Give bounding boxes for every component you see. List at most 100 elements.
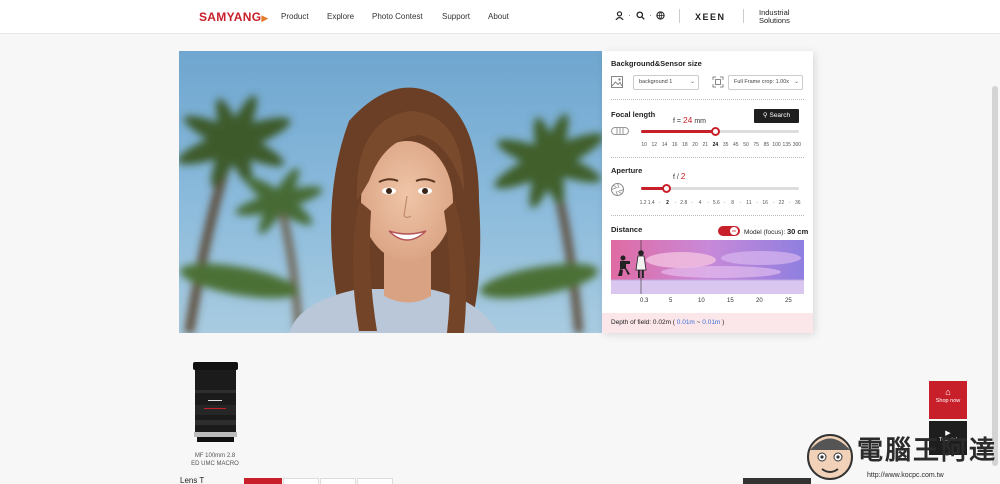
nav-product[interactable]: Product	[281, 12, 309, 21]
crop-frame-icon	[712, 76, 724, 90]
site-watermark: 電腦王阿達 http://www.kocpc.com.tw	[800, 425, 1000, 484]
aperture-tick-labels: 1.21.4 · 2 · 2.8 · 4 · 5.6 · 8 · 11 · 16 · 22 · 36	[639, 200, 802, 206]
user-icon[interactable]	[615, 11, 624, 22]
search-button[interactable]: ⚲ Search	[754, 109, 799, 123]
basket-icon: ⌂	[945, 387, 951, 397]
sensor-crop-select[interactable]: Full Frame crop: 1.00x ⌄	[728, 75, 803, 90]
xeen-link[interactable]: XEEN	[695, 12, 726, 22]
tick-label: ·	[772, 200, 775, 206]
focal-slider-handle[interactable]	[711, 127, 721, 136]
globe-icon[interactable]	[656, 11, 665, 22]
image-icon	[611, 76, 623, 90]
header-divider	[743, 9, 744, 23]
tick-label: 135	[782, 142, 791, 148]
nav-about[interactable]: About	[488, 12, 509, 21]
nav-support[interactable]: Support	[442, 12, 470, 21]
tab[interactable]	[320, 478, 356, 484]
tab[interactable]	[357, 478, 393, 484]
section-heading-partial: Lens T	[180, 476, 205, 484]
depth-of-field-bar: Depth of field: 0.02m ( 0.01m ~ 0.01m )	[602, 313, 813, 333]
tick-label: ·	[739, 200, 742, 206]
tick-label: ·	[691, 200, 693, 206]
tick-label: ·	[658, 200, 661, 206]
separator-dot: ·	[649, 10, 652, 20]
model-focus-toggle[interactable]: on	[718, 226, 740, 236]
tick-label: 22	[778, 200, 785, 206]
shop-now-button[interactable]: ⌂ Shop now	[929, 381, 967, 419]
tick-label: 8	[731, 200, 734, 206]
dark-bar	[743, 478, 811, 484]
tick-label: 1.4	[647, 200, 655, 206]
aperture-slider-handle[interactable]	[662, 184, 672, 193]
tick-label: 100	[772, 142, 781, 148]
tick-label: 4	[698, 200, 702, 206]
mascot-icon	[807, 434, 853, 480]
samyang-logo[interactable]: SAMYANG▶	[199, 10, 269, 24]
distance-tick: 15	[727, 298, 734, 304]
tick-label: 2.8	[680, 200, 688, 206]
tick-label: 50	[743, 142, 749, 148]
distance-scene[interactable]	[611, 240, 804, 294]
model-focus-readout: Model (focus): 30 cm	[744, 227, 809, 236]
tick-label: 11	[746, 200, 752, 206]
distance-tick: 0.3	[640, 298, 649, 304]
page-scrollbar[interactable]	[992, 86, 998, 466]
section-divider	[611, 157, 804, 158]
tab-active[interactable]	[244, 478, 282, 484]
chevron-down-icon: ⌄	[689, 79, 695, 85]
section-divider	[611, 99, 804, 100]
tick-label: 5.6	[712, 200, 720, 206]
tick-label: 35	[722, 142, 729, 148]
tick-label: 18	[682, 142, 688, 148]
tick-label: ·	[707, 200, 710, 206]
focal-slider-fill	[641, 130, 716, 133]
background-select[interactable]: background 1 ⌄	[633, 75, 699, 90]
aperture-icon	[611, 183, 624, 198]
tick-label: 1.2	[639, 200, 647, 206]
tick-label: 300	[792, 142, 802, 148]
lens-product-image[interactable]	[188, 360, 243, 446]
tick-label: 16	[762, 200, 768, 206]
tick-label: 16	[671, 142, 678, 148]
distance-tick: 25	[785, 298, 792, 304]
tick-label: 45	[733, 142, 739, 148]
header-divider	[679, 9, 680, 23]
search-icon[interactable]	[636, 11, 645, 22]
tick-label: 10	[641, 142, 647, 148]
logo-mark-icon: ▶	[261, 13, 269, 23]
distance-tick: 10	[698, 298, 705, 304]
industrial-solutions-link[interactable]: Industrial Solutions	[759, 9, 799, 25]
tick-label: 21	[702, 142, 708, 148]
focal-readout: f = 24 mm	[673, 115, 707, 125]
top-header: SAMYANG▶ Product Explore Photo Contest S…	[0, 0, 1000, 34]
lens-simulator-panel: Background&Sensor size background 1 ⌄ Ful…	[602, 51, 813, 333]
tick-label: 36	[794, 200, 801, 206]
tick-label: 2	[666, 200, 669, 206]
distance-tick: 20	[756, 298, 763, 304]
nav-photo-contest[interactable]: Photo Contest	[372, 12, 423, 21]
tick-label: 75	[753, 142, 759, 148]
lens-barrel-icon	[611, 126, 629, 138]
section-divider	[611, 215, 804, 216]
tab[interactable]	[283, 478, 319, 484]
tick-label: 20	[692, 142, 698, 148]
lens-caption[interactable]: MF 100mm 2.8 ED UMC MACRO	[180, 452, 250, 468]
aperture-slider[interactable]	[641, 184, 799, 193]
portrait-preview-image	[179, 51, 602, 333]
aperture-title: Aperture	[611, 166, 643, 175]
background-sensor-title: Background&Sensor size	[611, 59, 702, 68]
tick-label: ·	[756, 200, 758, 206]
tick-label: ·	[788, 200, 791, 206]
tick-label: 24	[712, 142, 719, 148]
focal-length-title: Focal length	[611, 110, 656, 119]
separator-dot: ·	[628, 10, 631, 20]
tick-label: ·	[723, 200, 726, 206]
aperture-readout: f / 2	[673, 171, 686, 181]
chevron-down-icon: ⌄	[793, 79, 799, 85]
focal-length-slider[interactable]	[641, 127, 799, 136]
tick-label: 12	[651, 142, 658, 148]
distance-tick: 5	[669, 298, 673, 304]
nav-explore[interactable]: Explore	[327, 12, 354, 21]
tick-label: 14	[661, 142, 668, 148]
focal-tick-labels: 10 12 14 16 18 20 21 24 35 45 50 75 85 100 135 300	[639, 142, 802, 148]
